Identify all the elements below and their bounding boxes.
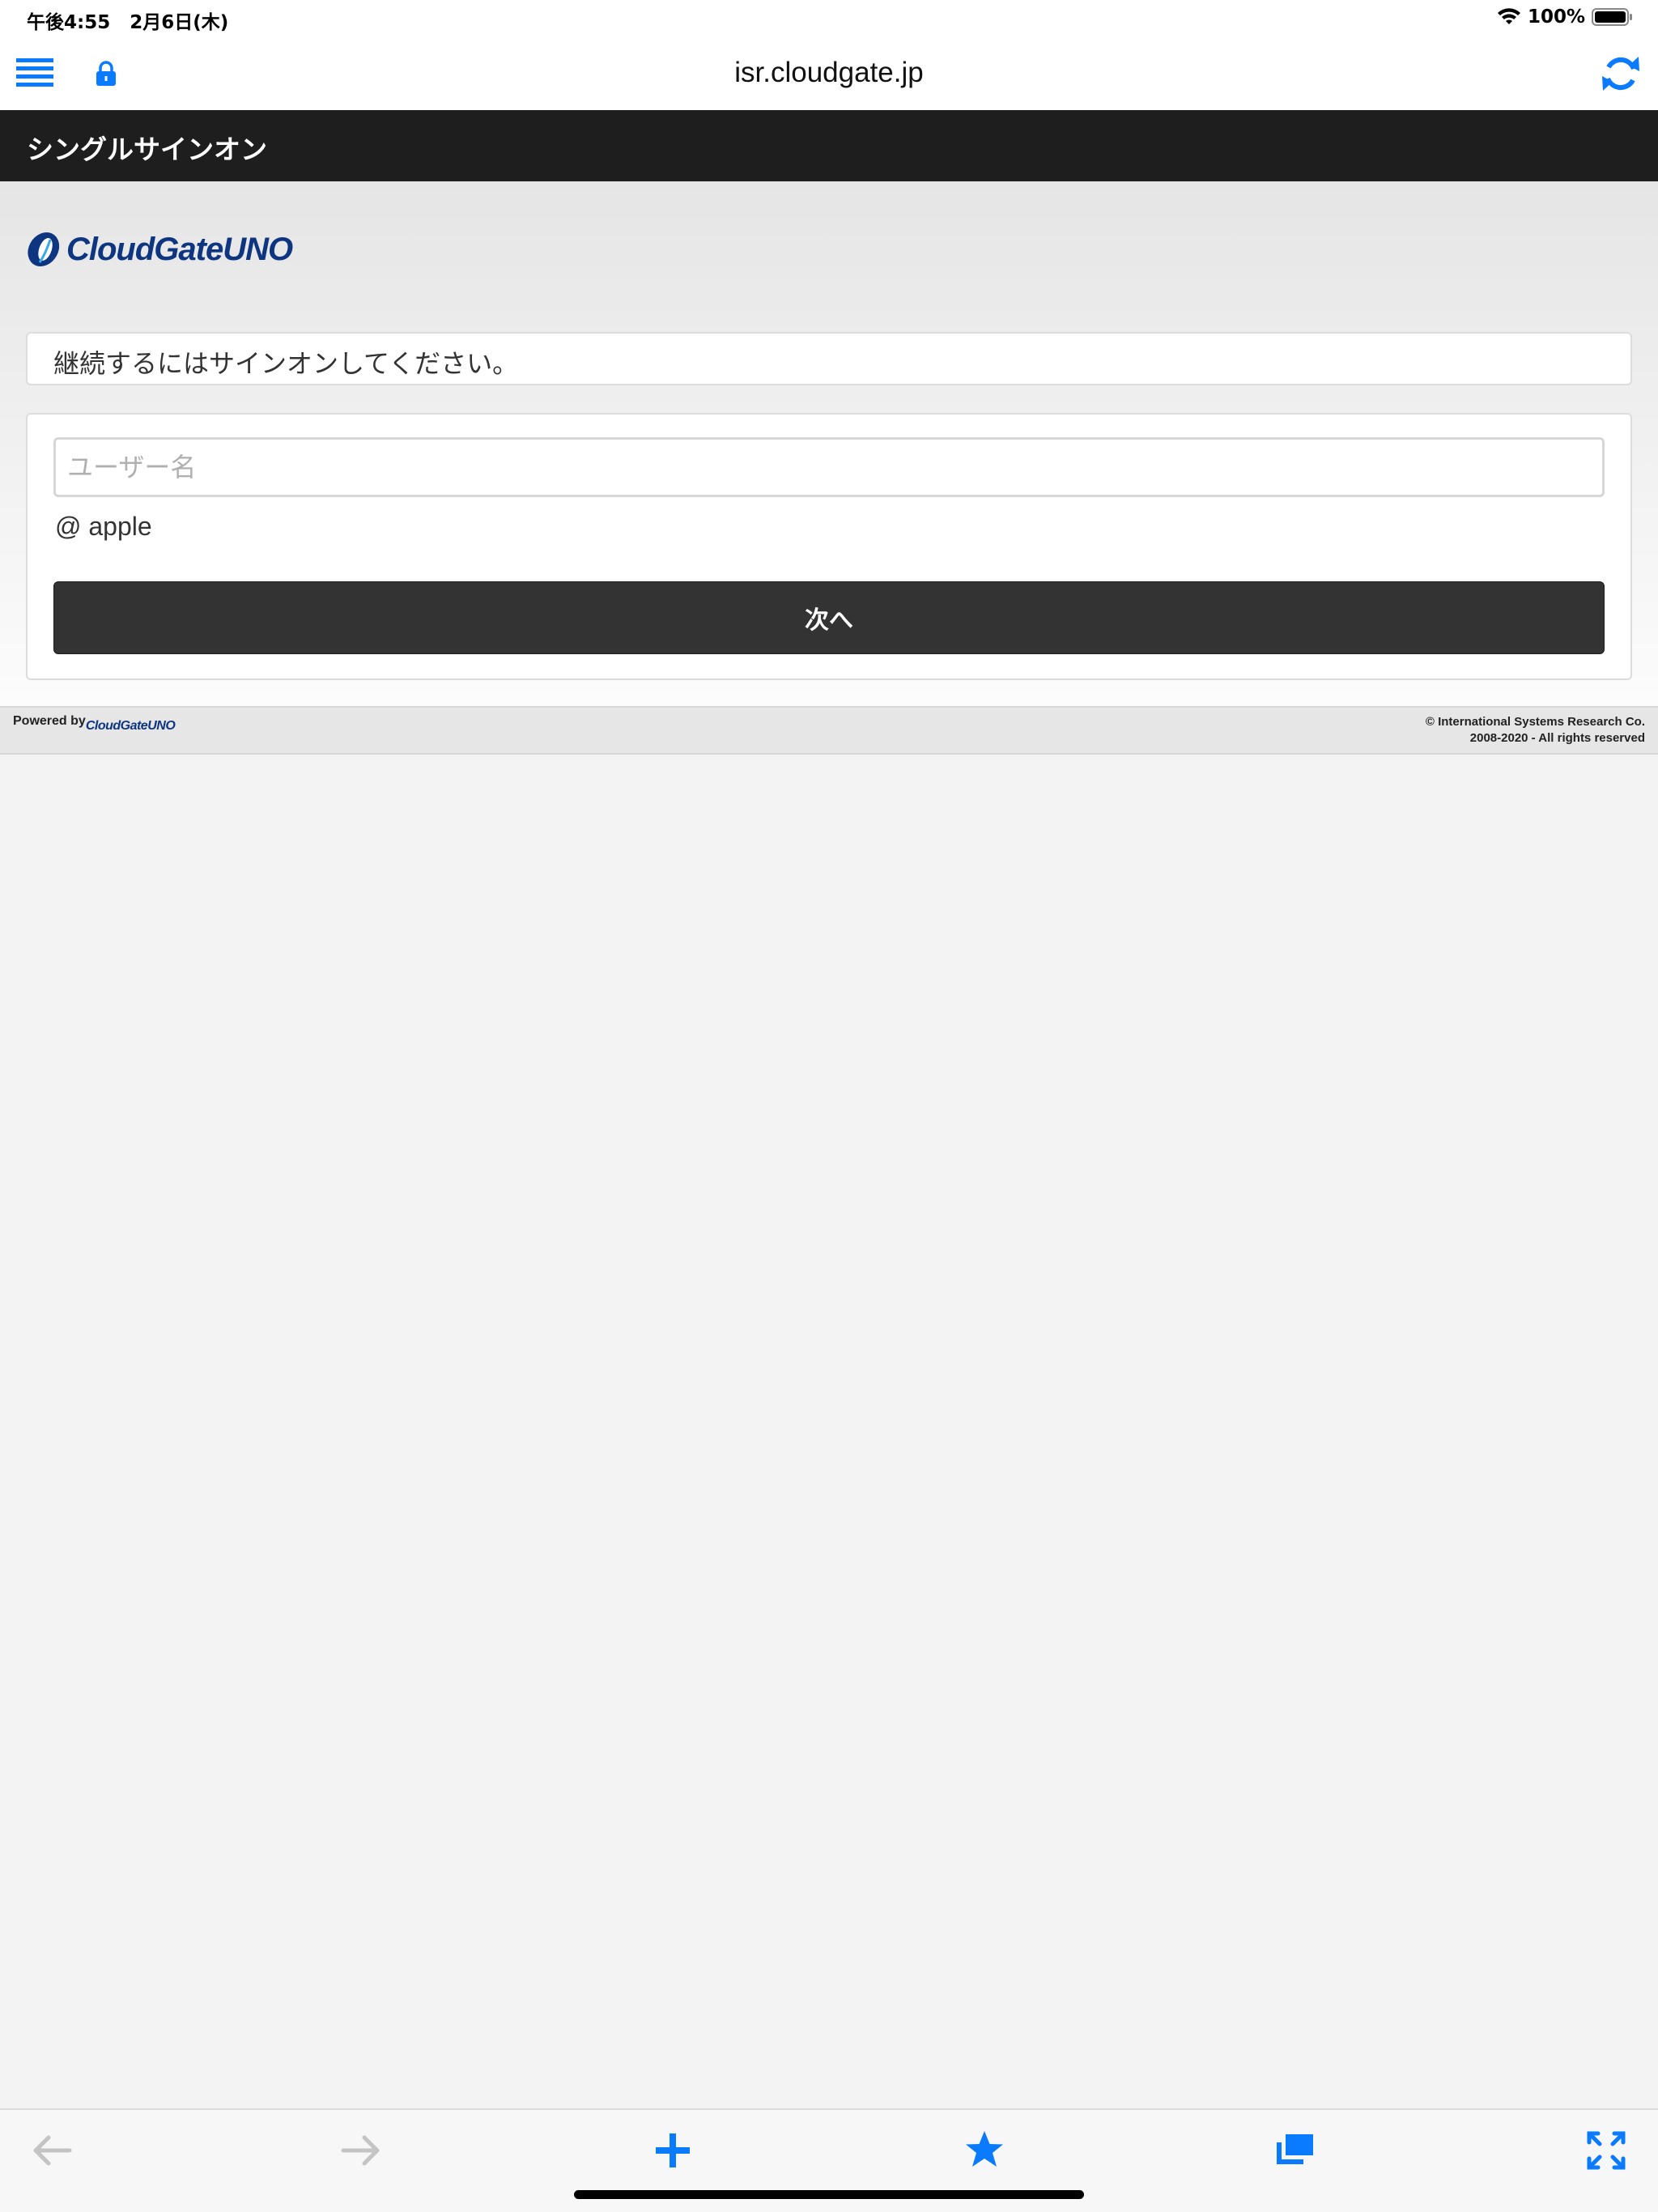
copyright: © International Systems Research Co. 200… bbox=[1426, 714, 1645, 747]
cloudgate-logo-text: CloudGateUNO bbox=[66, 231, 293, 267]
page: 午後4:55 2月6日(木) 100% isr.cloudgate.jp シング… bbox=[0, 0, 1658, 2212]
status-indicators: 100% bbox=[1497, 6, 1634, 28]
tabs-icon[interactable] bbox=[1271, 2126, 1320, 2175]
page-title: シングルサインオン bbox=[27, 134, 267, 165]
page-footer: Powered by CloudGateUNO © International … bbox=[0, 706, 1658, 755]
status-date: 2月6日(木) bbox=[130, 12, 229, 33]
status-bar: 午後4:55 2月6日(木) 100% bbox=[0, 0, 1658, 39]
powered-by: Powered by CloudGateUNO bbox=[13, 714, 176, 734]
browser-nav-bar: isr.cloudgate.jp bbox=[0, 39, 1658, 110]
copyright-line1: © International Systems Research Co. bbox=[1425, 715, 1645, 729]
home-indicator[interactable] bbox=[574, 2190, 1084, 2199]
cloudgate-logo: CloudGateUNO bbox=[26, 230, 293, 269]
status-time-date: 午後4:55 2月6日(木) bbox=[27, 6, 228, 34]
url-text[interactable]: isr.cloudgate.jp bbox=[0, 57, 1658, 89]
username-input[interactable] bbox=[53, 437, 1605, 497]
next-button[interactable]: 次へ bbox=[53, 581, 1605, 654]
status-time: 午後4:55 bbox=[27, 12, 111, 33]
signin-content: CloudGateUNO 継続するにはサインオンしてください。 @ apple … bbox=[0, 181, 1658, 706]
powered-by-logo: CloudGateUNO bbox=[85, 719, 176, 733]
back-arrow-icon[interactable] bbox=[28, 2126, 76, 2175]
forward-arrow-icon[interactable] bbox=[337, 2126, 385, 2175]
domain-suffix: @ apple bbox=[55, 512, 152, 541]
wifi-icon bbox=[1497, 8, 1520, 24]
plus-icon[interactable] bbox=[648, 2126, 697, 2175]
cloudgate-logo-icon bbox=[28, 232, 60, 266]
copyright-line2: 2008-2020 - All rights reserved bbox=[1469, 731, 1645, 745]
signin-message-box: 継続するにはサインオンしてください。 bbox=[26, 332, 1632, 385]
battery-icon bbox=[1592, 8, 1632, 26]
signin-message: 継続するにはサインオンしてください。 bbox=[53, 348, 519, 379]
reload-icon[interactable] bbox=[1601, 53, 1640, 94]
powered-by-label: Powered by bbox=[13, 714, 86, 728]
fullscreen-icon[interactable] bbox=[1582, 2126, 1630, 2175]
star-icon[interactable] bbox=[960, 2126, 1009, 2175]
battery-percent: 100% bbox=[1527, 6, 1585, 28]
signin-form: @ apple 次へ bbox=[26, 413, 1632, 680]
sso-header: シングルサインオン bbox=[0, 110, 1658, 181]
